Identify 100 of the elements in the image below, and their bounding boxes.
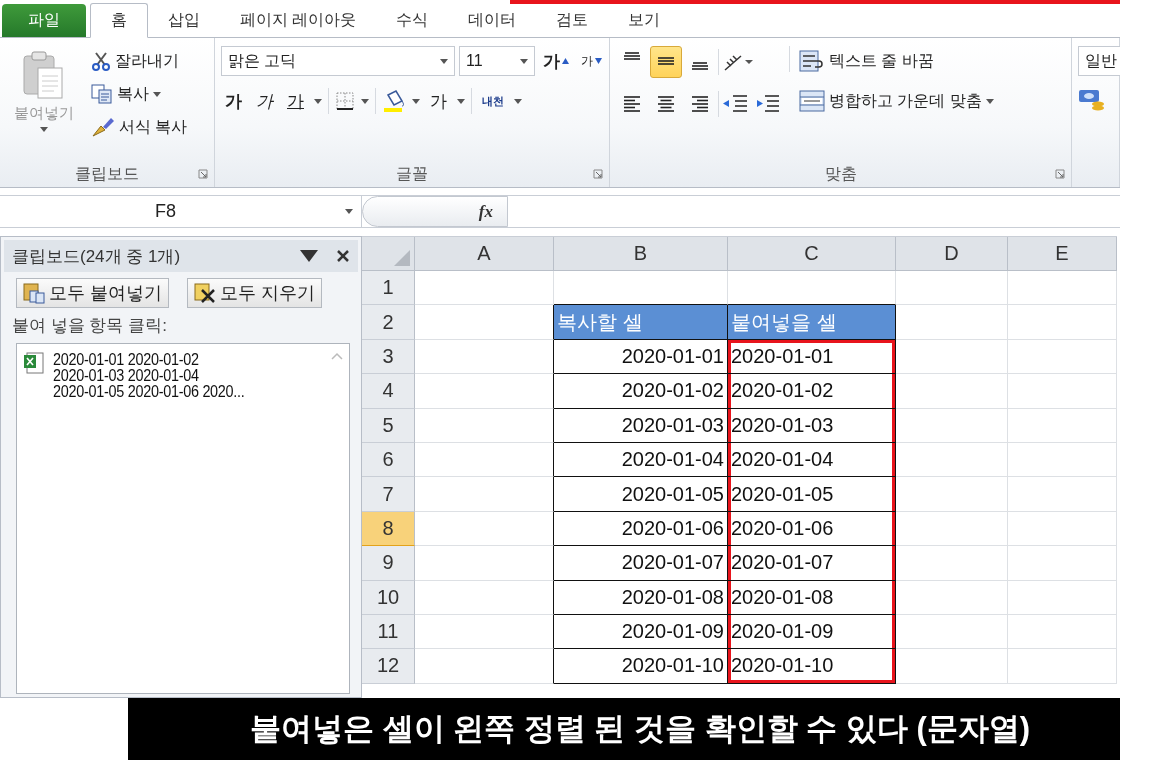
table-cell: 2020-01-08 — [554, 580, 728, 615]
align-center-icon — [658, 94, 674, 114]
dialog-launcher-icon[interactable] — [198, 169, 208, 179]
clipboard-item-text[interactable]: 2020-01-05 2020-01-06 2020... — [53, 384, 245, 400]
table-cell: 2020-01-02 — [554, 374, 728, 409]
table-cell: 2020-01-10 — [728, 649, 896, 684]
ribbon-tab[interactable]: 보기 — [608, 4, 681, 37]
row-header[interactable]: 10 — [362, 580, 415, 615]
merge-cells-icon — [799, 89, 825, 113]
row-header[interactable]: 8 — [362, 511, 415, 547]
align-middle-button[interactable] — [650, 46, 682, 78]
table-cell: 2020-01-10 — [554, 649, 728, 684]
row-header[interactable]: 3 — [362, 339, 415, 375]
table-cell: 2020-01-09 — [728, 614, 896, 650]
shrink-font-button[interactable]: 가 — [577, 46, 606, 76]
column-header[interactable]: E — [1008, 237, 1117, 271]
table-cell: 2020-01-03 — [728, 408, 896, 443]
row-header[interactable]: 2 — [362, 305, 415, 340]
fill-bucket-icon[interactable] — [382, 89, 406, 113]
ribbon-tab[interactable]: 삽입 — [148, 4, 220, 37]
header-cell: 복사할 셀 — [554, 305, 728, 340]
ribbon-tab[interactable]: 검토 — [536, 4, 609, 37]
clear-all-button[interactable]: 모두 지우기 — [187, 278, 323, 308]
clear-all-icon — [194, 282, 216, 304]
name-box[interactable]: F8 — [0, 196, 362, 227]
underline-caret-icon — [314, 98, 322, 104]
pane-hint: 붙여 넣을 항목 클릭: — [11, 315, 168, 337]
caret-icon — [40, 127, 48, 132]
caret-icon — [153, 91, 161, 97]
table-cell: 2020-01-05 — [728, 477, 896, 512]
caret-icon — [457, 98, 465, 104]
row-header[interactable]: 1 — [362, 271, 415, 306]
font-name-dropdown[interactable]: 맑은 고딕 — [221, 46, 455, 76]
clipboard-item-text[interactable]: 2020-01-01 2020-01-02 — [53, 352, 245, 368]
font-color-button[interactable]: 가 — [426, 86, 451, 116]
copy-icon — [91, 84, 113, 104]
caret-icon — [412, 98, 420, 104]
ribbon-tab[interactable]: 데이터 — [448, 4, 537, 37]
paste-all-icon — [23, 282, 45, 304]
ribbon-tab[interactable]: 홈 — [90, 3, 148, 38]
caret-down-icon — [595, 58, 602, 64]
format-painter-button[interactable]: 서식 복사 — [88, 112, 191, 142]
bold-button[interactable]: 가 — [221, 86, 246, 116]
table-cell: 2020-01-02 — [728, 374, 896, 409]
table-cell: 2020-01-01 — [728, 339, 896, 375]
row-header[interactable]: 12 — [362, 649, 415, 684]
copy-button[interactable]: 복사 — [88, 79, 191, 109]
file-tab[interactable]: 파일 — [2, 4, 86, 37]
ribbon-tab[interactable]: 수식 — [376, 4, 449, 37]
insert-function-button[interactable]: fx — [478, 201, 493, 222]
dropdown-triangle-icon[interactable] — [300, 250, 318, 262]
table-cell: 2020-01-03 — [554, 408, 728, 443]
paste-all-button[interactable]: 모두 붙여넣기 — [16, 278, 169, 308]
group-label: 클립보드 — [74, 163, 140, 184]
row-header[interactable]: 11 — [362, 614, 415, 650]
dialog-launcher-icon[interactable] — [593, 169, 603, 179]
currency-icon[interactable] — [1078, 88, 1106, 112]
clipboard-item-text[interactable]: 2020-01-03 2020-01-04 — [53, 368, 245, 384]
column-header[interactable]: D — [896, 237, 1008, 271]
table-cell: 2020-01-01 — [554, 339, 728, 375]
italic-button[interactable]: 가 — [252, 86, 277, 116]
caret-icon — [514, 98, 522, 104]
grow-font-button[interactable]: 가 — [539, 46, 573, 76]
caption: 붙여넣은 셀이 왼쪽 정렬 된 것을 확인할 수 있다 (문자열) — [128, 698, 1120, 760]
caret-icon — [985, 98, 994, 104]
table-cell: 2020-01-07 — [728, 546, 896, 581]
phonetic-button[interactable]: 내천 — [478, 86, 508, 116]
scissors-icon — [91, 51, 111, 71]
caret-icon — [361, 98, 369, 104]
row-header[interactable]: 6 — [362, 442, 415, 478]
column-header[interactable]: A — [415, 237, 554, 271]
row-header[interactable]: 7 — [362, 477, 415, 512]
row-header[interactable]: 5 — [362, 408, 415, 443]
wrap-text-icon — [799, 49, 825, 73]
cut-button[interactable]: 잘라내기 — [88, 46, 191, 76]
table-cell: 2020-01-04 — [554, 442, 728, 478]
column-header[interactable]: C — [728, 237, 896, 271]
header-cell: 붙여넣을 셀 — [728, 305, 896, 340]
number-format-dropdown[interactable]: 일반 — [1078, 46, 1120, 76]
row-header[interactable]: 9 — [362, 546, 415, 581]
table-cell: 2020-01-08 — [728, 580, 896, 615]
ribbon-tab[interactable]: 페이지 레이아웃 — [220, 4, 377, 37]
close-icon[interactable] — [336, 249, 350, 263]
underline-button[interactable]: 가 — [283, 86, 308, 116]
border-icon[interactable] — [335, 91, 355, 111]
font-size-dropdown[interactable]: 11 — [459, 46, 535, 76]
column-header[interactable]: B — [554, 237, 728, 271]
row-header[interactable]: 4 — [362, 374, 415, 409]
caret-icon — [520, 58, 528, 64]
scroll-up-icon[interactable] — [331, 352, 343, 360]
pane-title: 클립보드(24개 중 1개) — [12, 245, 181, 268]
group-label: 맞춤 — [823, 163, 858, 184]
select-all-icon[interactable] — [394, 250, 410, 266]
dialog-launcher-icon[interactable] — [1055, 169, 1065, 179]
wrap-text-button[interactable]: 텍스트 줄 바꿈 — [796, 46, 997, 76]
group-label: 글꼴 — [395, 163, 429, 184]
align-middle-icon — [658, 56, 674, 68]
caret-icon — [440, 58, 448, 64]
merge-center-button[interactable]: 병합하고 가운데 맞춤 — [796, 86, 997, 116]
align-left-icon — [624, 94, 640, 114]
